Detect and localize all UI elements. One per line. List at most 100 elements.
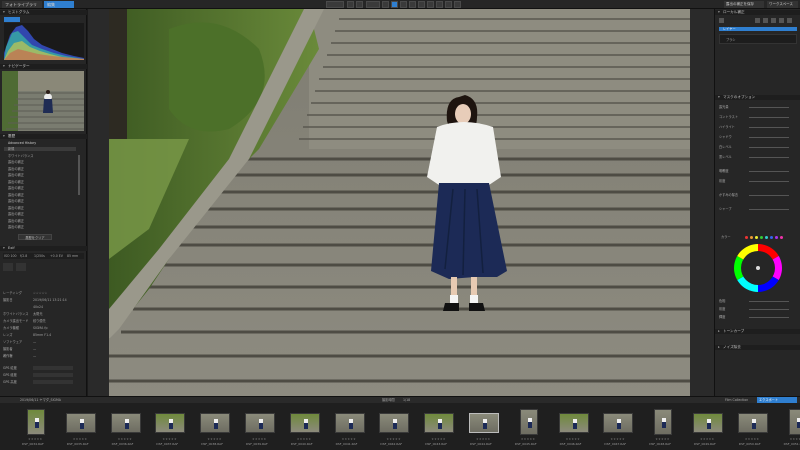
filmstrip-thumbnail[interactable]: ★★★★★DSF_0051.RAF bbox=[780, 409, 800, 449]
tab-library[interactable]: フォトライブラリ bbox=[2, 1, 42, 8]
gps-longitude-field[interactable] bbox=[33, 373, 73, 377]
filmstrip-thumbnail[interactable]: ★★★★★ DSF_0041.RAF bbox=[332, 409, 368, 449]
filmstrip-thumbnail[interactable]: ★★★★★ DSF_0043.RAF bbox=[421, 409, 457, 449]
radial-icon[interactable] bbox=[771, 18, 776, 23]
image-viewer[interactable] bbox=[88, 9, 714, 396]
filmstrip-thumbnail[interactable]: ★★★★★ DSF_0039.RAF bbox=[242, 409, 278, 449]
dehaze-slider[interactable] bbox=[749, 195, 789, 196]
filmstrip-thumbnail[interactable]: ★★★★★ DSF_0050.RAF bbox=[735, 409, 771, 449]
highlights-slider[interactable] bbox=[749, 127, 789, 128]
filmstrip-thumbnail[interactable]: ★★★★★ DSF_0045.RAF bbox=[511, 409, 547, 449]
repair-tool-button[interactable] bbox=[418, 1, 425, 8]
tone-curve-header[interactable]: ▸ トーンカーブ bbox=[715, 329, 800, 334]
history-scrollbar[interactable] bbox=[78, 155, 80, 195]
history-item[interactable]: ホワイトバランス bbox=[4, 154, 33, 158]
magenta-swatch[interactable] bbox=[780, 236, 783, 239]
green-swatch[interactable] bbox=[760, 236, 763, 239]
filmstrip-thumbnail[interactable]: ★★★★★ DSF_0044.RAF bbox=[466, 409, 502, 449]
blacks-slider[interactable] bbox=[749, 157, 789, 158]
mask-tool-button[interactable] bbox=[436, 1, 443, 8]
history-item[interactable]: 露出の補正 bbox=[4, 193, 24, 197]
filmstrip-thumbnail[interactable]: ★★★★★ DSF_0036.RAF bbox=[108, 409, 144, 449]
filmstrip-thumbnail[interactable]: ★★★★★ DSF_0037.RAF bbox=[152, 409, 188, 449]
contrast-slider[interactable] bbox=[749, 117, 789, 118]
rating-stars[interactable]: ★★★★★ bbox=[342, 437, 356, 441]
orange-swatch[interactable] bbox=[750, 236, 753, 239]
history-item[interactable]: 露出の補正 bbox=[4, 206, 24, 210]
saturation-slider[interactable] bbox=[749, 181, 789, 182]
local-adjust-header[interactable]: ▾ ローカル補正 bbox=[715, 10, 800, 15]
hand-tool-button[interactable] bbox=[382, 1, 389, 8]
color-swatches[interactable] bbox=[745, 236, 795, 239]
eraser-icon[interactable] bbox=[779, 18, 784, 23]
rating-stars[interactable]: ★★★★★ bbox=[476, 437, 490, 441]
luminance-slider[interactable] bbox=[749, 317, 789, 318]
filmstrip-thumbnail[interactable]: ★★★★★ DSF_0048.RAF bbox=[645, 409, 681, 449]
filmstrip-thumbnail[interactable]: ★★★★★ DSF_0042.RAF bbox=[376, 409, 412, 449]
history-item[interactable]: 露出の補正 bbox=[4, 219, 24, 223]
export-button[interactable]: エクスポート bbox=[757, 397, 797, 403]
rating-stars[interactable]: ★★★★★ bbox=[297, 437, 311, 441]
noise-reduction-header[interactable]: ▸ ノイズ除去 bbox=[715, 345, 800, 350]
aqua-swatch[interactable] bbox=[765, 236, 768, 239]
rating-stars[interactable]: ★★★★★ bbox=[521, 437, 535, 441]
history-item[interactable]: 露出の補正 bbox=[4, 180, 24, 184]
rating-stars[interactable]: ★★★★★ bbox=[162, 437, 176, 441]
redeye-tool-button[interactable] bbox=[427, 1, 434, 8]
history-item[interactable]: 露出の補正 bbox=[4, 199, 24, 203]
settings-icon[interactable] bbox=[787, 18, 792, 23]
yellow-swatch[interactable] bbox=[755, 236, 758, 239]
history-item[interactable]: 露出の補正 bbox=[4, 167, 24, 171]
save-correction-button[interactable]: 露出の補正を保存 bbox=[724, 1, 764, 8]
filmstrip-thumbnail[interactable]: ★★★★★ DSF_0035.RAF bbox=[63, 409, 99, 449]
filmstrip-thumbnail[interactable]: ★★★★★ DSF_0049.RAF bbox=[690, 409, 726, 449]
history-item[interactable]: 露出の補正 bbox=[4, 212, 24, 216]
navigator-header[interactable]: ▾ ナビゲーター bbox=[0, 64, 87, 69]
gradient-icon[interactable] bbox=[763, 18, 768, 23]
layer-row-selected[interactable]: レイヤー bbox=[719, 27, 797, 31]
gps-altitude-field[interactable] bbox=[33, 380, 73, 384]
filmstrip-thumbnail[interactable]: ★★★★★ DSF_0047.RAF bbox=[600, 409, 636, 449]
workspace-button[interactable]: ワークスペース bbox=[767, 1, 798, 8]
rgb-channel-toggle[interactable] bbox=[4, 17, 20, 22]
brush-layer-label[interactable]: ブラシ bbox=[726, 38, 736, 42]
rating-stars[interactable]: ★★★★★ bbox=[700, 437, 714, 441]
exif-header[interactable]: ▾ Exif bbox=[0, 246, 87, 251]
zoom-level-field[interactable] bbox=[366, 1, 380, 8]
red-swatch[interactable] bbox=[745, 236, 748, 239]
history-item[interactable]: 露出の補正 bbox=[4, 225, 24, 229]
add-mask-icon[interactable] bbox=[719, 18, 724, 23]
histogram-header[interactable]: ▾ ヒストグラム bbox=[0, 10, 87, 15]
brush-icon[interactable] bbox=[755, 18, 760, 23]
zoom-100-button[interactable] bbox=[356, 1, 363, 8]
history-header[interactable]: ▾ 履歴 bbox=[0, 134, 87, 139]
tab-customize[interactable]: 編集 bbox=[44, 1, 74, 8]
rating-stars[interactable]: ★★★★★ bbox=[73, 437, 87, 441]
filmstrip-thumbnail[interactable]: ★★★★★ DSF_0040.RAF bbox=[287, 409, 323, 449]
filmstrip-thumbnail[interactable]: ★★★★★ DSF_0038.RAF bbox=[197, 409, 233, 449]
zoom-fit-button[interactable] bbox=[347, 1, 354, 8]
whites-slider[interactable] bbox=[749, 147, 789, 148]
gradient-tool-button[interactable] bbox=[445, 1, 452, 8]
rating-stars[interactable]: ★★★★★ bbox=[431, 437, 445, 441]
rating-stars[interactable]: ★★★★★ bbox=[386, 437, 400, 441]
hsl-saturation-slider[interactable] bbox=[749, 309, 789, 310]
history-item[interactable]: 露出の補正 bbox=[4, 173, 24, 177]
filmstrip-thumbnail[interactable]: ★★★★★ DSF_0046.RAF bbox=[556, 409, 592, 449]
rating-stars[interactable]: ★★★★★ bbox=[252, 437, 266, 441]
crop-tool-button[interactable] bbox=[391, 1, 398, 8]
rating-stars[interactable]: ★★★★★ bbox=[610, 437, 624, 441]
compare-button[interactable] bbox=[326, 1, 344, 8]
rating-stars[interactable]: ★★★★★ bbox=[790, 437, 800, 441]
shadows-slider[interactable] bbox=[749, 137, 789, 138]
hue-slider[interactable] bbox=[749, 301, 789, 302]
gps-latitude-field[interactable] bbox=[33, 366, 73, 370]
rating-stars[interactable]: ★★★★★ bbox=[207, 437, 221, 441]
clear-history-button[interactable]: 履歴をクリア bbox=[18, 234, 52, 240]
rating-stars[interactable]: ★★★★★ bbox=[566, 437, 580, 441]
history-item[interactable]: 新規 bbox=[4, 147, 76, 151]
mask-options-header[interactable]: ▾ マスクのオプション bbox=[715, 95, 800, 100]
rotate-tool-button[interactable] bbox=[400, 1, 407, 8]
rating-stars[interactable]: ★★★★★ bbox=[745, 437, 759, 441]
filmstrip-thumbnail[interactable]: ★★★★★ DSF_0034.RAF bbox=[18, 409, 54, 449]
